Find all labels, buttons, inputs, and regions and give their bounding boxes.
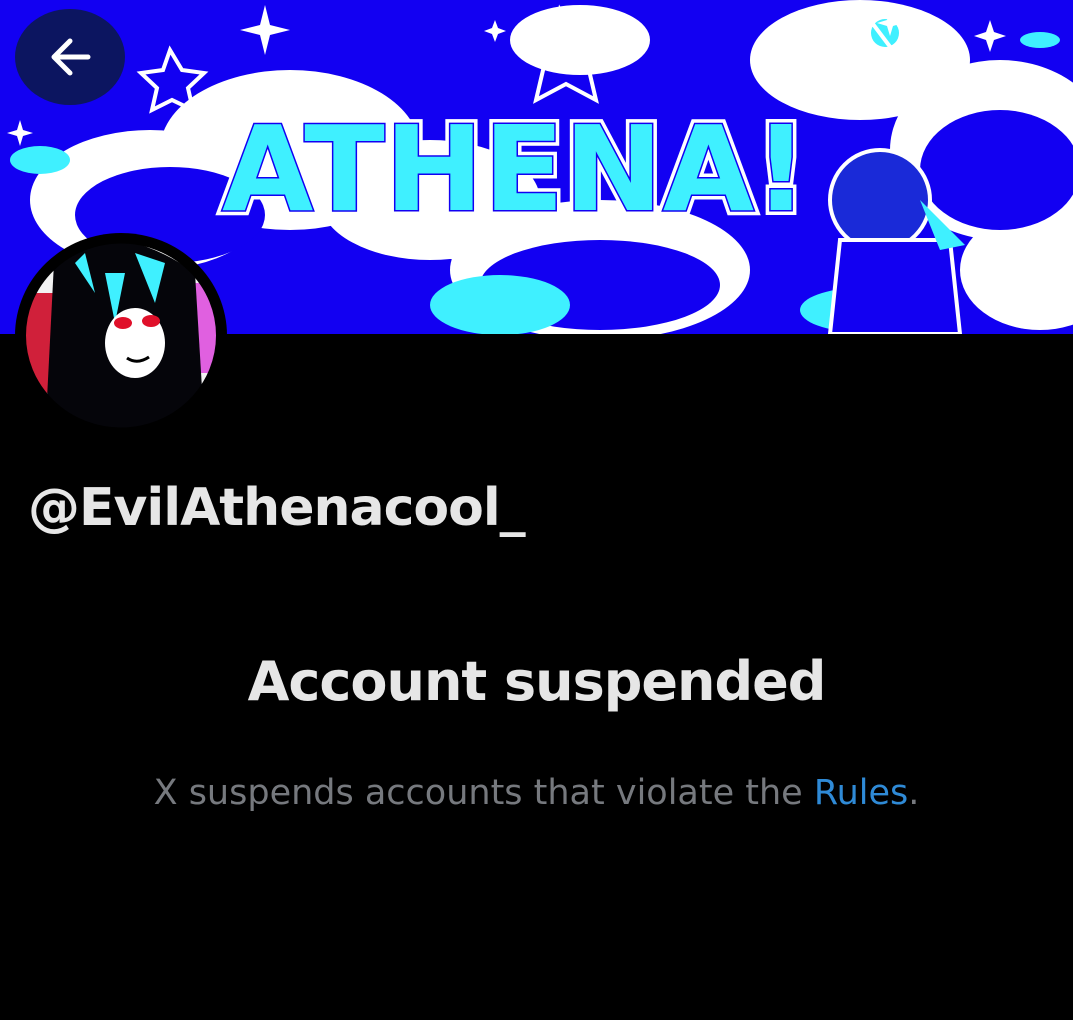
suspension-title: Account suspended (247, 650, 827, 713)
svg-text:ATHENA!: ATHENA! (222, 100, 808, 238)
suspension-message-text: X suspends accounts that violate the (153, 773, 814, 813)
rules-link[interactable]: Rules (814, 773, 908, 813)
suspension-message-suffix: . (908, 773, 920, 813)
profile-handle: @EvilAthenacool_ (28, 478, 526, 538)
arrow-left-icon (51, 38, 91, 76)
banner-logo: ATHENA! ATHENA! (217, 95, 813, 243)
profile-page: ATHENA! ATHENA! @EvilAthenacool_ Account… (0, 0, 1073, 1020)
suspension-message: X suspends accounts that violate the Rul… (0, 773, 1073, 813)
avatar[interactable] (15, 233, 227, 438)
back-button[interactable] (15, 9, 125, 105)
